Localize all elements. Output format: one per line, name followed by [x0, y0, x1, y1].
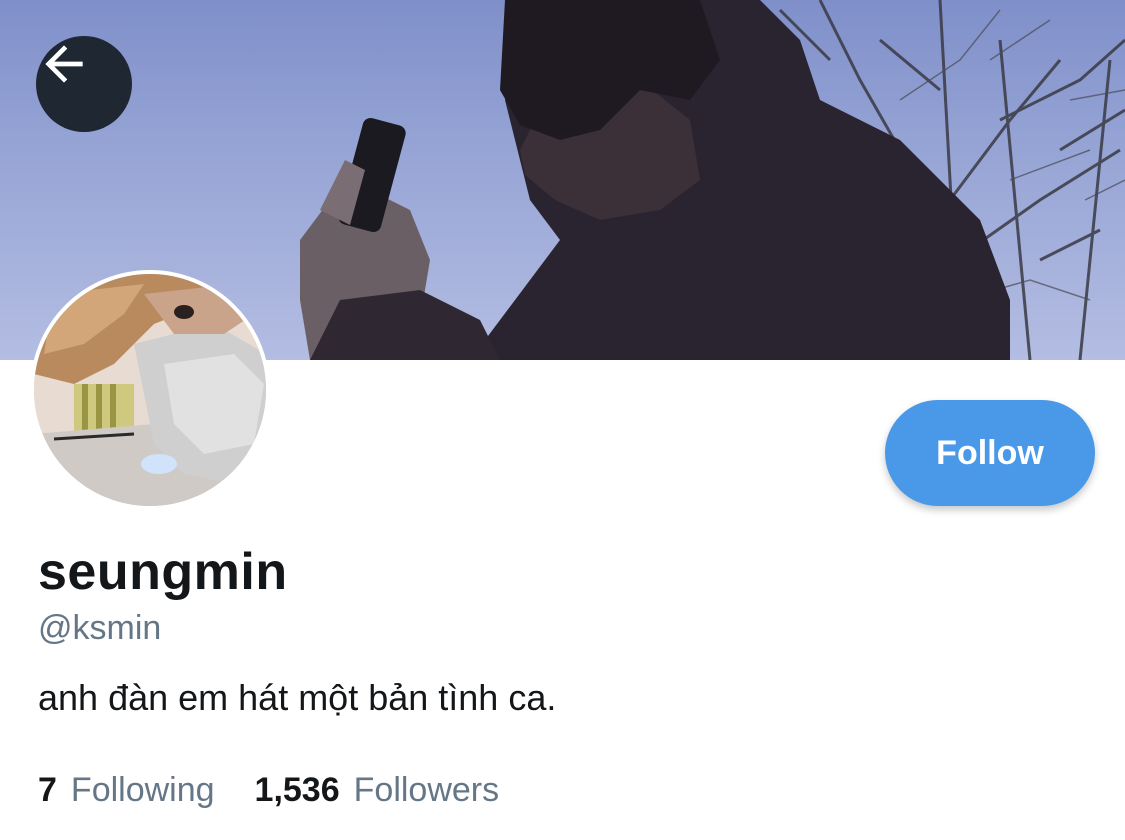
back-button[interactable] [36, 36, 132, 132]
user-bio: anh đàn em hát một bản tình ca. [38, 677, 557, 718]
followers-count: 1,536 [254, 771, 340, 809]
following-label: Following [70, 771, 215, 809]
avatar-photo [34, 274, 266, 506]
display-name: seungmin [38, 543, 288, 601]
arrow-left-icon [45, 45, 83, 83]
profile-page: Follow seungmin @ksmin anh đàn em hát mộ… [0, 0, 1125, 840]
profile-stats: 7 Following 1,536 Followers [38, 768, 499, 812]
user-handle: @ksmin [38, 609, 162, 647]
follow-button[interactable]: Follow [885, 400, 1095, 506]
followers-stat[interactable]: 1,536 Followers [255, 768, 500, 812]
following-stat[interactable]: 7 Following [38, 768, 215, 812]
following-count: 7 [38, 771, 57, 809]
followers-label: Followers [353, 771, 500, 809]
avatar[interactable] [30, 270, 270, 510]
follow-button-label: Follow [936, 433, 1044, 472]
